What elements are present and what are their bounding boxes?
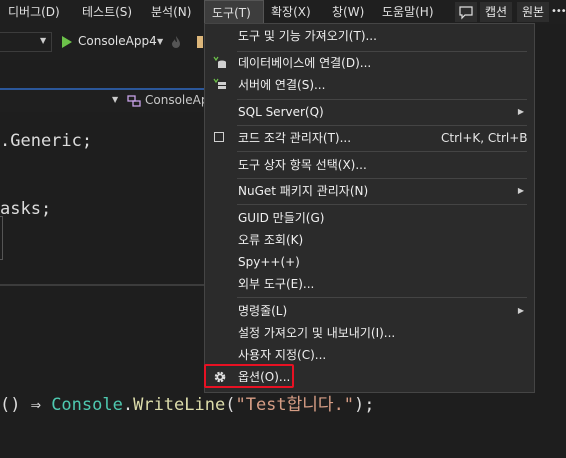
menu-separator (237, 125, 527, 126)
menu-separator (237, 204, 527, 205)
menu-item-label: 오류 조회(K) (238, 233, 304, 247)
menu-item-get-tools[interactable]: 도구 및 기능 가져오기(T)... (205, 25, 534, 47)
menu-test[interactable]: 테스트(S) (75, 0, 139, 24)
menu-debug[interactable]: 디버그(D) (1, 0, 67, 24)
menu-item-shortcut: Ctrl+K, Ctrl+B (441, 131, 528, 145)
options-highlight-box (204, 364, 294, 388)
menu-item-label: 도구 및 기능 가져오기(T)... (238, 29, 377, 43)
menu-window[interactable]: 창(W) (325, 0, 371, 24)
menu-item-error-lookup[interactable]: 오류 조회(K) (205, 229, 534, 251)
menu-item-spy[interactable]: Spy++(+) (205, 251, 534, 273)
menu-item-command-line[interactable]: 명령줄(L) ▶ (205, 300, 534, 322)
menu-item-connect-database[interactable]: 데이터베이스에 연결(D)... (205, 52, 534, 74)
tools-menu: 도구 및 기능 가져오기(T)... 데이터베이스에 연결(D)... 서버에 … (204, 23, 535, 393)
menu-item-label: NuGet 패키지 관리자(N) (238, 184, 369, 198)
project-label[interactable]: ConsoleApp4 (78, 34, 157, 48)
menu-item-label: 도구 상자 항목 선택(X)... (238, 158, 367, 172)
chevron-down-icon: ▼ (40, 36, 47, 45)
source-button[interactable]: 원본 (517, 2, 550, 22)
code-class-name: Console (51, 395, 123, 415)
menu-item-label: 데이터베이스에 연결(D)... (238, 56, 372, 70)
code-string-literal: "Test합니다." (235, 395, 355, 415)
code-line-writeline: () ⇒ Console.WriteLine("Test합니다."); (0, 390, 375, 415)
submenu-arrow-icon: ▶ (517, 107, 524, 116)
chevron-down-icon: ▼ (157, 37, 164, 46)
menu-item-nuget[interactable]: NuGet 패키지 관리자(N) ▶ (205, 180, 534, 202)
code-dot: . (122, 395, 134, 415)
class-icon (127, 95, 141, 107)
comment-button[interactable] (455, 2, 477, 22)
submenu-arrow-icon: ▶ (517, 186, 524, 195)
menu-separator (237, 178, 527, 179)
code-method-name: WriteLine (133, 395, 226, 415)
folder-icon (197, 36, 203, 48)
menu-item-label: 코드 조각 관리자(T)... (238, 131, 352, 145)
code-line-using-tasks: asks; (0, 199, 52, 219)
menu-extensions[interactable]: 확장(X) (264, 0, 318, 24)
menu-tools[interactable]: 도구(T) (204, 0, 264, 24)
menu-item-label: SQL Server(Q) (238, 105, 324, 119)
submenu-arrow-icon: ▶ (517, 306, 524, 315)
editor-divider (0, 284, 205, 286)
chevron-down-icon: ▼ (112, 95, 119, 104)
menu-item-label: 명령줄(L) (238, 304, 288, 318)
checkbox-icon (214, 132, 224, 142)
toolbar: ▼ ConsoleApp4 ▼ (0, 24, 210, 60)
menu-item-label: Spy++(+) (238, 255, 300, 269)
fire-icon[interactable] (170, 35, 182, 49)
menu-item-label: GUID 만들기(G) (238, 211, 325, 225)
menu-item-create-guid[interactable]: GUID 만들기(G) (205, 207, 534, 229)
code-paren-open: ( (225, 395, 236, 415)
menu-item-connect-server[interactable]: 서버에 연결(S)... (205, 74, 534, 96)
menu-item-label: 설정 가져오기 및 내보내기(I)... (238, 326, 396, 340)
menu-item-external-tools[interactable]: 외부 도구(E)... (205, 273, 534, 295)
menu-item-label: 외부 도구(E)... (238, 277, 315, 291)
server-connect-icon (213, 78, 226, 89)
play-icon[interactable] (61, 35, 73, 49)
caption-button[interactable]: 캡션 (480, 2, 513, 22)
comment-icon (459, 6, 473, 20)
database-connect-icon (213, 56, 226, 68)
menu-item-toolbox-items[interactable]: 도구 상자 항목 선택(X)... (205, 154, 534, 176)
code-line-using-generic: .Generic; (0, 131, 93, 151)
menu-help[interactable]: 도움말(H) (375, 0, 441, 24)
menu-item-sql-server[interactable]: SQL Server(Q) ▶ (205, 101, 534, 123)
menu-item-label: 서버에 연결(S)... (238, 78, 326, 92)
code-paren-close: ); (354, 395, 375, 415)
config-dropdown[interactable]: ▼ (0, 32, 52, 52)
menu-item-code-snippets[interactable]: 코드 조각 관리자(T)... Ctrl+K, Ctrl+B (205, 127, 534, 149)
menu-bar: 디버그(D) 테스트(S) 분석(N) 도구(T) 확장(X) 창(W) 도움말… (0, 0, 566, 24)
menu-separator (237, 99, 527, 100)
menu-separator (237, 151, 527, 152)
navigation-bar: ▼ ConsoleAp (0, 88, 210, 114)
menu-analyze[interactable]: 분석(N) (144, 0, 198, 24)
menu-separator (237, 297, 527, 298)
menu-item-import-export-settings[interactable]: 설정 가져오기 및 내보내기(I)... (205, 322, 534, 344)
menu-item-label: 사용자 지정(C)... (238, 348, 327, 362)
code-lambda: () ⇒ (0, 395, 52, 415)
code-editor[interactable]: .Generic; asks; () ⇒ Console.WriteLine("… (0, 112, 375, 458)
code-block-outline (0, 216, 3, 260)
scope-dropdown[interactable]: ConsoleAp (145, 93, 208, 107)
more-options-button[interactable]: ••• (551, 0, 566, 24)
menu-item-customize[interactable]: 사용자 지정(C)... (205, 344, 534, 366)
